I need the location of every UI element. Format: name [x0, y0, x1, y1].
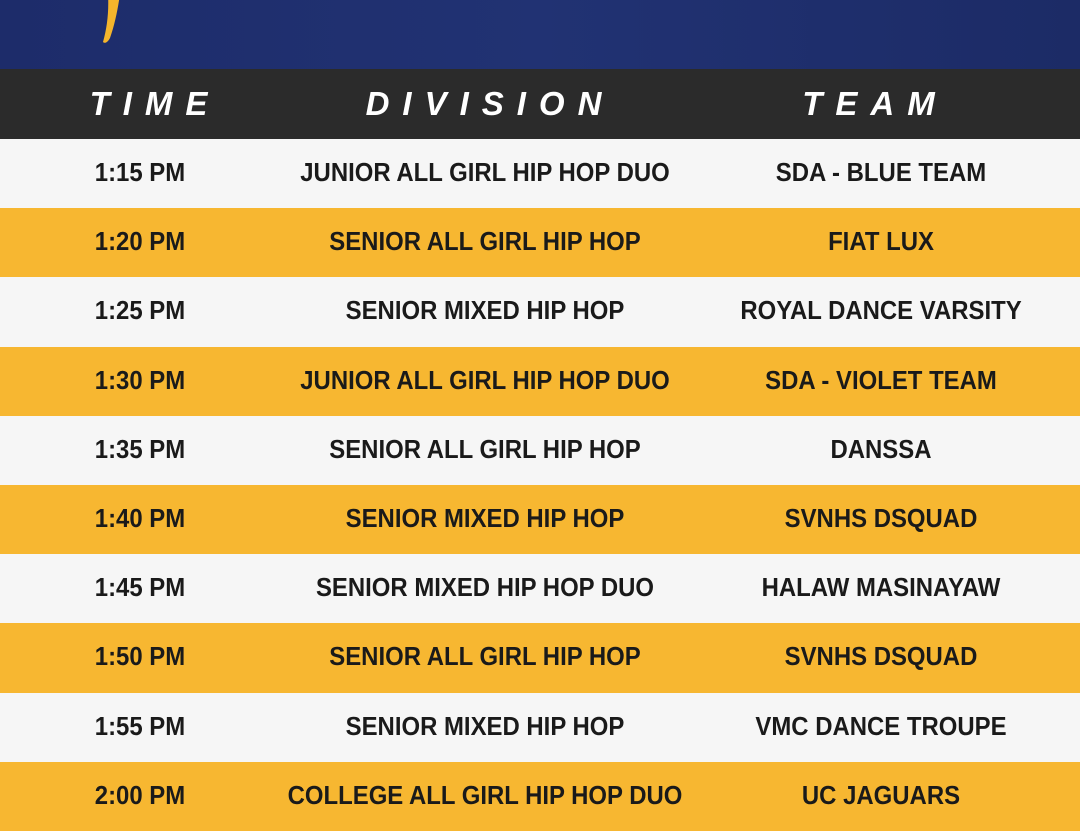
column-header-time: TIME	[89, 85, 221, 122]
division-cell: COLLEGE ALL GIRL HIP HOP DUO	[287, 779, 683, 810]
time-cell: 1:20 PM	[94, 226, 186, 257]
division-cell: JUNIOR ALL GIRL HIP HOP DUO	[300, 157, 670, 187]
time-cell: 1:15 PM	[94, 157, 186, 187]
team-cell: ROYAL DANCE VARSITY	[740, 295, 1022, 326]
table-row: 1:20 PM SENIOR ALL GIRL HIP HOP FIAT LUX	[0, 208, 1080, 278]
time-cell: 1:25 PM	[94, 295, 186, 326]
schedule-table: 1:15 PM JUNIOR ALL GIRL HIP HOP DUO SDA …	[0, 139, 1080, 831]
division-cell: SENIOR MIXED HIP HOP DUO	[315, 572, 655, 603]
division-cell: SENIOR ALL GIRL HIP HOP	[329, 433, 641, 464]
division-cell: SENIOR MIXED HIP HOP	[345, 502, 625, 533]
team-cell: DANSSA	[830, 433, 932, 464]
table-row: 1:45 PM SENIOR MIXED HIP HOP DUO HALAW M…	[0, 554, 1080, 624]
time-cell: 1:45 PM	[94, 572, 186, 603]
time-cell: 1:40 PM	[94, 502, 186, 533]
division-cell: JUNIOR ALL GIRL HIP HOP DUO	[300, 364, 670, 395]
time-cell: 1:55 PM	[94, 710, 186, 741]
division-cell: SENIOR ALL GIRL HIP HOP	[329, 226, 641, 257]
time-cell: 2:00 PM	[94, 779, 186, 810]
division-cell: SENIOR MIXED HIP HOP	[345, 295, 625, 326]
column-header-division: DIVISION	[365, 85, 615, 122]
team-cell: FIAT LUX	[828, 226, 934, 257]
table-header: TIME DIVISION TEAM	[0, 69, 1080, 139]
top-banner	[0, 0, 1080, 69]
logo-mark	[103, 0, 120, 43]
time-cell: 1:50 PM	[94, 641, 186, 672]
time-cell: 1:30 PM	[94, 364, 186, 395]
table-row: 1:15 PM JUNIOR ALL GIRL HIP HOP DUO SDA …	[0, 139, 1080, 209]
table-row: 1:40 PM SENIOR MIXED HIP HOP SVNHS DSQUA…	[0, 484, 1080, 555]
table-row: 2:00 PM COLLEGE ALL GIRL HIP HOP DUO UC …	[0, 761, 1080, 831]
team-cell: VMC DANCE TROUPE	[755, 710, 1007, 741]
column-header-team: TEAM	[802, 85, 948, 122]
table-row: 1:55 PM SENIOR MIXED HIP HOP VMC DANCE T…	[0, 692, 1080, 762]
team-cell: SVNHS DSQUAD	[784, 641, 978, 672]
team-cell: SVNHS DSQUAD	[784, 502, 978, 533]
team-cell: HALAW MASINAYAW	[761, 572, 1001, 603]
team-cell: UC JAGUARS	[801, 779, 961, 810]
team-cell: SDA - BLUE TEAM	[775, 157, 987, 187]
table-row: 1:30 PM JUNIOR ALL GIRL HIP HOP DUO SDA …	[0, 346, 1080, 416]
table-row: 1:35 PM SENIOR ALL GIRL HIP HOP DANSSA	[0, 415, 1080, 485]
team-cell: SDA - VIOLET TEAM	[765, 364, 997, 395]
division-cell: SENIOR ALL GIRL HIP HOP	[329, 641, 641, 672]
table-row: 1:50 PM SENIOR ALL GIRL HIP HOP SVNHS DS…	[0, 623, 1080, 693]
division-cell: SENIOR MIXED HIP HOP	[345, 710, 625, 741]
table-row: 1:25 PM SENIOR MIXED HIP HOP ROYAL DANCE…	[0, 277, 1080, 347]
time-cell: 1:35 PM	[94, 433, 186, 464]
